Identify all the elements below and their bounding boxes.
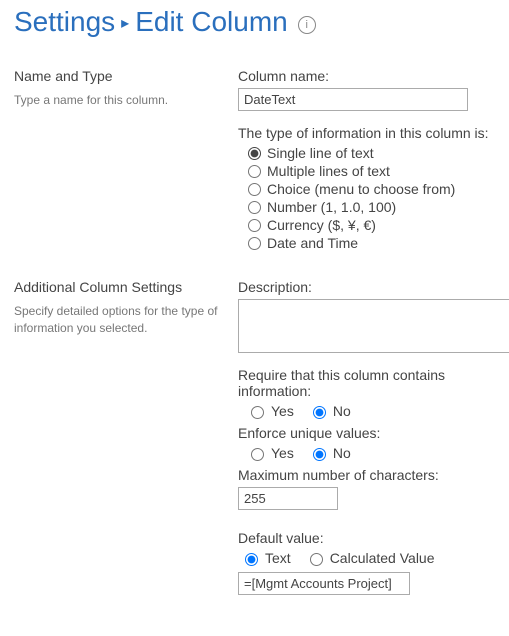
default-calculated-radio[interactable] — [310, 553, 323, 566]
column-type-label: Currency ($, ¥, €) — [267, 217, 376, 233]
enforce-yes-option[interactable]: Yes — [246, 445, 294, 461]
info-icon[interactable]: i — [298, 16, 316, 34]
require-no-option[interactable]: No — [308, 403, 351, 419]
default-calculated-label: Calculated Value — [330, 550, 435, 566]
maxchars-label: Maximum number of characters: — [238, 467, 509, 483]
require-yes-radio[interactable] — [251, 406, 264, 419]
section-additional-desc: Specify detailed options for the type of… — [14, 303, 228, 337]
enforce-label: Enforce unique values: — [238, 425, 509, 441]
column-type-label: Choice (menu to choose from) — [267, 181, 455, 197]
enforce-yes-radio[interactable] — [251, 448, 264, 461]
default-text-label: Text — [265, 550, 291, 566]
section-additional-title: Additional Column Settings — [14, 279, 228, 295]
column-type-label: Number (1, 1.0, 100) — [267, 199, 396, 215]
column-type-option[interactable]: Multiple lines of text — [248, 163, 509, 179]
column-type-radio[interactable] — [248, 219, 261, 232]
column-type-option[interactable]: Choice (menu to choose from) — [248, 181, 509, 197]
default-text-option[interactable]: Text — [240, 550, 291, 566]
section-name-type-desc: Type a name for this column. — [14, 92, 228, 109]
column-type-intro: The type of information in this column i… — [238, 125, 509, 141]
column-type-label: Multiple lines of text — [267, 163, 390, 179]
column-type-option[interactable]: Currency ($, ¥, €) — [248, 217, 509, 233]
column-type-option[interactable]: Single line of text — [248, 145, 509, 161]
require-yes-label: Yes — [271, 403, 294, 419]
column-type-radio[interactable] — [248, 237, 261, 250]
column-type-option[interactable]: Date and Time — [248, 235, 509, 251]
maxchars-input[interactable] — [238, 487, 338, 510]
require-no-label: No — [333, 403, 351, 419]
column-type-label: Single line of text — [267, 145, 374, 161]
description-input[interactable] — [238, 299, 509, 353]
breadcrumb-caret-icon: ▸ — [121, 13, 129, 33]
default-text-radio[interactable] — [245, 553, 258, 566]
breadcrumb-settings[interactable]: Settings — [14, 6, 115, 38]
enforce-no-label: No — [333, 445, 351, 461]
column-type-radio[interactable] — [248, 183, 261, 196]
column-type-label: Date and Time — [267, 235, 358, 251]
default-value-input[interactable] — [238, 572, 410, 595]
require-no-radio[interactable] — [313, 406, 326, 419]
default-calculated-option[interactable]: Calculated Value — [305, 550, 435, 566]
column-type-radio[interactable] — [248, 165, 261, 178]
section-name-type-title: Name and Type — [14, 68, 228, 84]
require-yes-option[interactable]: Yes — [246, 403, 294, 419]
column-name-label: Column name: — [238, 68, 509, 84]
column-type-radio[interactable] — [248, 147, 261, 160]
column-name-input[interactable] — [238, 88, 468, 111]
default-value-label: Default value: — [238, 530, 509, 546]
enforce-yes-label: Yes — [271, 445, 294, 461]
column-type-option[interactable]: Number (1, 1.0, 100) — [248, 199, 509, 215]
enforce-no-option[interactable]: No — [308, 445, 351, 461]
column-type-radio-list: Single line of text Multiple lines of tex… — [238, 145, 509, 251]
column-type-radio[interactable] — [248, 201, 261, 214]
enforce-no-radio[interactable] — [313, 448, 326, 461]
require-label: Require that this column contains inform… — [238, 367, 509, 399]
page-title: Edit Column — [135, 6, 288, 38]
page-heading: Settings ▸ Edit Column i — [14, 6, 509, 38]
description-label: Description: — [238, 279, 509, 295]
